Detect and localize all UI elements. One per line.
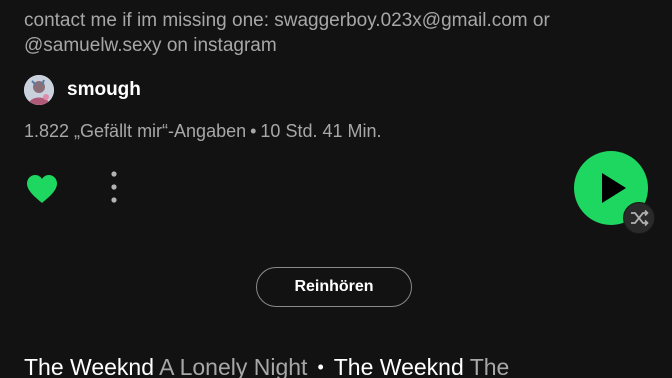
heart-filled-icon[interactable] [25,174,59,204]
playlist-duration: 10 Std. 41 Min. [260,121,382,141]
preview-track-list: The Weeknd A Lonely Night • The Weeknd The [24,353,509,378]
track-title: A Lonely Night [159,354,308,378]
owner-name[interactable]: smough [67,79,141,101]
likes-count: 1.822 „Gefällt mir“-Angaben [24,121,247,141]
more-vertical-icon[interactable] [104,168,124,208]
track-separator: • [317,357,324,377]
track-artist: The Weeknd [24,354,154,378]
playlist-meta: 1.822 „Gefällt mir“-Angaben • 10 Std. 41 M… [24,121,382,142]
owner-row[interactable]: smough [24,74,141,106]
shuffle-button[interactable] [623,202,655,234]
track-artist: The Weeknd [333,354,464,378]
shuffle-icon [631,209,649,227]
playlist-description: contact me if im missing one: swaggerboy… [24,10,550,56]
track-title: The [469,354,510,378]
meta-separator: • [250,121,257,141]
preview-button[interactable]: Reinhören [256,267,412,307]
playlist-page: contact me if im missing one: swaggerboy… [0,0,672,378]
owner-avatar[interactable] [24,75,54,105]
